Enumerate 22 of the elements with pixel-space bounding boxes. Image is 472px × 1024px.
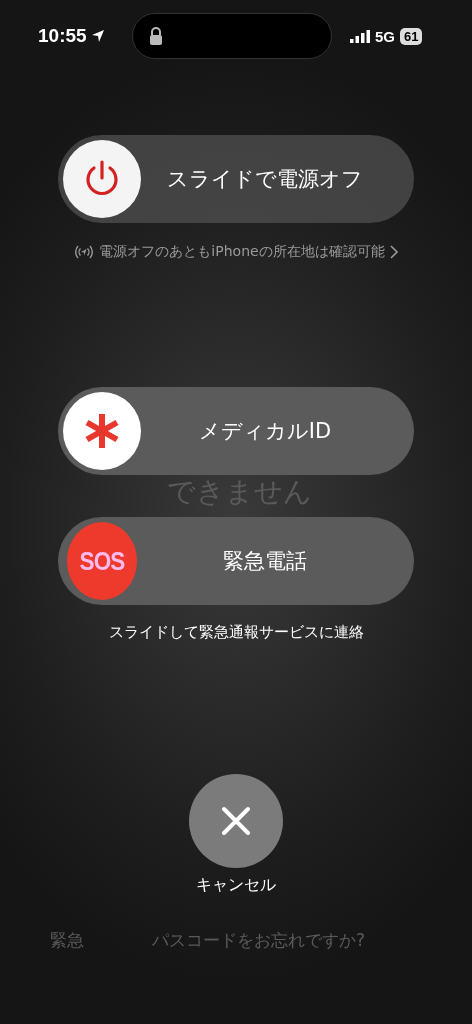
slider-label: メディカルID: [197, 418, 333, 445]
sos-slider-knob[interactable]: SOS: [66, 522, 138, 600]
close-icon: [221, 806, 251, 836]
lock-icon: [149, 27, 163, 45]
cancel-label: キャンセル: [196, 875, 276, 896]
medical-slider-knob[interactable]: [63, 392, 141, 470]
power-slider-knob[interactable]: [63, 140, 141, 218]
slider-caption: スライドして緊急通報サービスに連絡: [108, 623, 364, 642]
battery-indicator: 61: [400, 27, 423, 45]
location-arrow-icon: [90, 29, 105, 43]
clock-time: 10:55: [38, 25, 87, 47]
background-text: パスコードをお忘れですか?: [152, 930, 366, 951]
power-icon: [84, 160, 120, 198]
background-text: 緊急: [50, 930, 84, 951]
location-hint: 電源オフのあともiPhoneの所在地は確認可能: [99, 243, 385, 261]
location-waves-icon: [73, 244, 96, 260]
asterisk-icon: [85, 413, 119, 449]
chevron-right-icon[interactable]: [388, 245, 399, 259]
network-label: 5G: [375, 27, 395, 45]
slider-label: 緊急電話: [222, 548, 308, 575]
slider-label: スライドで電源オフ: [166, 166, 364, 193]
signal-icon: [350, 29, 370, 43]
